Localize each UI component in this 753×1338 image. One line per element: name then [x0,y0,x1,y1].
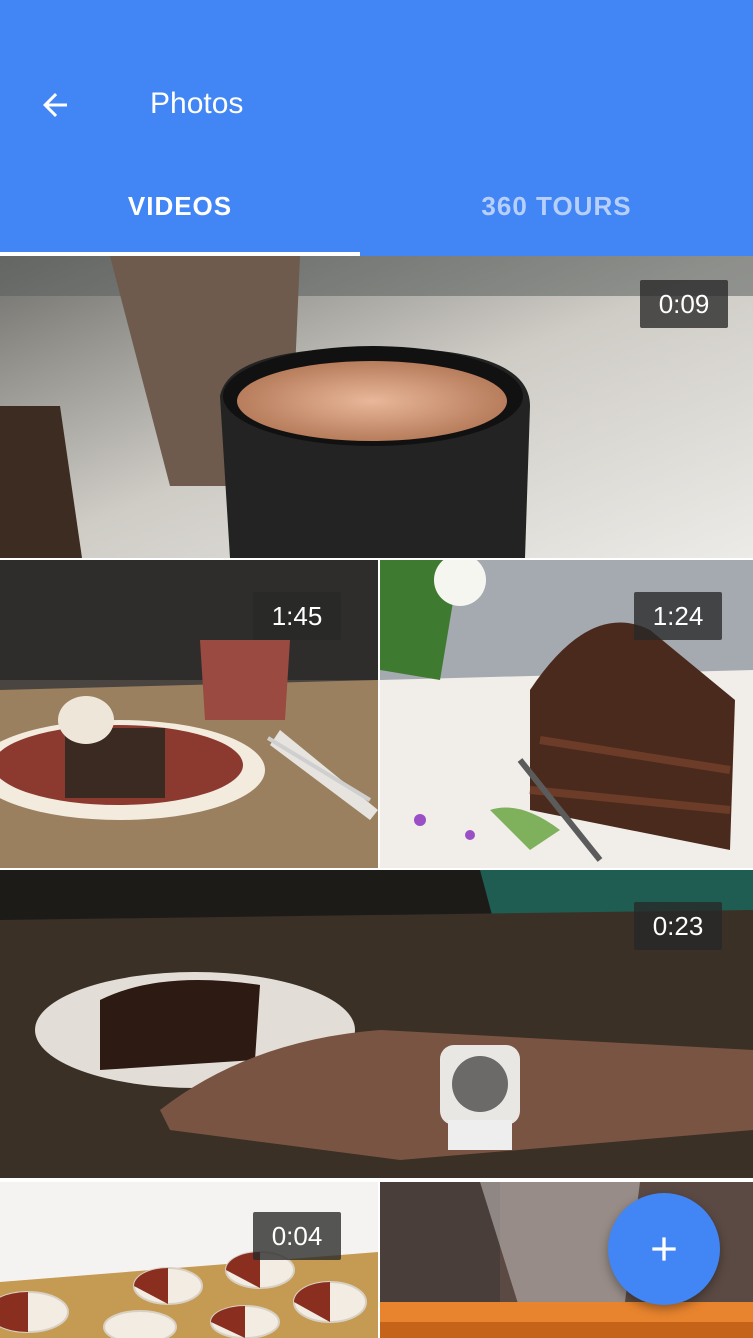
cookies-image [0,1182,378,1338]
tab-videos[interactable]: VIDEOS [0,176,360,236]
duration-badge: 1:24 [634,592,722,640]
duration-badge: 0:04 [253,1212,341,1260]
plus-icon [652,1237,676,1261]
duration-badge: 0:23 [634,902,722,950]
arrow-left-icon [43,93,67,117]
tab-bar: VIDEOS 360 TOURS [0,176,753,256]
duration-badge: 0:09 [640,280,728,328]
back-button[interactable] [30,80,80,130]
video-grid: 0:09 1:45 1:24 0:23 0:04 [0,256,753,1338]
add-button[interactable] [608,1193,720,1305]
tab-360-tours[interactable]: 360 TOURS [360,176,753,236]
duration-badge: 1:45 [253,592,341,640]
page-title: Photos [150,87,244,120]
app-bar: Photos VIDEOS 360 TOURS [0,0,753,256]
video-thumbnail-cookies[interactable] [0,1182,378,1338]
